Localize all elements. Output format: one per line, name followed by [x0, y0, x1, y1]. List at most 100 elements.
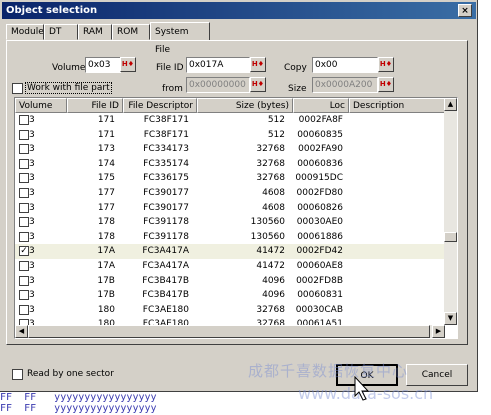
cell-size: 32768 [256, 158, 285, 169]
from-field[interactable]: 0x00000000 [186, 77, 250, 93]
cell-descriptor: FC38F171 [143, 129, 189, 140]
list-header: Volume File ID File Descriptor Size (byt… [15, 98, 445, 113]
scroll-left-button[interactable]: ◀ [15, 325, 28, 338]
close-icon: × [461, 6, 469, 16]
scroll-up-button[interactable]: ▲ [444, 98, 457, 111]
column-header-file-descriptor[interactable]: File Descriptor [123, 98, 197, 113]
background-hex-line-2: FF FF yyyyyyyyyyyyyyyyy [0, 403, 157, 414]
horizontal-scrollbar[interactable]: ◀ ▶ [15, 325, 445, 338]
cell-size: 41472 [256, 246, 285, 257]
tab-module[interactable]: Module [6, 24, 44, 40]
row-checkbox[interactable] [19, 115, 29, 125]
cell-descriptor: FC3AE180 [142, 304, 189, 315]
work-with-file-part-label[interactable]: Work with file part [25, 82, 112, 94]
cell-size: 32768 [256, 173, 285, 184]
hex-icon: H♦ [379, 80, 393, 88]
horizontal-scroll-thumb[interactable] [28, 325, 430, 338]
column-header-size[interactable]: Size (bytes) [197, 98, 293, 113]
row-checkbox[interactable]: ✓ [19, 246, 29, 257]
table-row[interactable]: 3 173 FC334173 32768 0002FA90 [15, 142, 445, 157]
cell-size: 41472 [256, 260, 285, 271]
hex-icon: H♦ [251, 60, 265, 68]
row-checkbox[interactable] [19, 217, 29, 228]
tab-dt[interactable]: DT [44, 24, 78, 40]
table-row[interactable]: ✓ 3 17A FC3A417A 41472 0002FD42 [15, 244, 445, 259]
cell-volume: 3 [29, 158, 35, 169]
row-checkbox[interactable] [19, 173, 29, 184]
row-checkbox[interactable] [19, 275, 29, 286]
cell-loc: 0002FA8F [298, 115, 343, 125]
row-checkbox[interactable] [19, 144, 29, 155]
hex-icon: H♦ [121, 60, 135, 68]
cell-descriptor: FC335174 [143, 158, 189, 169]
column-header-file-id[interactable]: File ID [67, 98, 123, 113]
cell-volume: 3 [29, 290, 35, 301]
vertical-scroll-thumb[interactable] [444, 232, 457, 242]
copy-field[interactable]: 0x00 [312, 57, 378, 73]
table-row[interactable]: 3 174 FC335174 32768 00060836 [15, 157, 445, 172]
column-header-loc[interactable]: Loc [293, 98, 349, 113]
table-row[interactable]: 3 180 FC3AE180 32768 00030CAB [15, 303, 445, 318]
volume-hex-button[interactable]: H♦ [120, 57, 136, 72]
table-row[interactable]: 3 171 FC38F171 512 00060835 [15, 128, 445, 143]
row-checkbox[interactable] [19, 202, 29, 213]
column-header-volume[interactable]: Volume [15, 98, 67, 113]
close-button[interactable]: × [458, 4, 472, 17]
list-rows: 3 171 FC38F171 512 0002FA8F 3 171 FC38F171 512 00… [15, 113, 445, 332]
table-row[interactable]: 3 171 FC38F171 512 0002FA8F [15, 113, 445, 128]
read-by-one-sector-checkbox[interactable] [12, 369, 23, 380]
vertical-scrollbar[interactable]: ▲ ▼ [444, 98, 457, 325]
cell-loc: 0002FD8B [296, 275, 343, 286]
copy-hex-button[interactable]: H♦ [378, 57, 394, 72]
table-row[interactable]: 3 17B FC3B417B 4096 00060831 [15, 288, 445, 303]
cell-loc: 00030AE0 [296, 217, 343, 228]
table-row[interactable]: 3 177 FC390177 4608 00060826 [15, 201, 445, 216]
cell-size: 130560 [250, 217, 285, 228]
tab-ram[interactable]: RAM [78, 24, 112, 40]
cell-file-id: 17A [97, 260, 115, 271]
from-label: from [162, 84, 183, 94]
cell-file-id: 17A [97, 246, 115, 257]
object-selection-dialog: Object selection × Module DT RAM ROM Sys… [0, 0, 478, 392]
work-with-file-part-checkbox[interactable] [12, 83, 23, 94]
file-id-hex-button[interactable]: H♦ [250, 57, 266, 72]
cell-loc: 00060835 [297, 129, 343, 140]
file-id-field[interactable]: 0x017A [186, 57, 250, 73]
from-hex-button[interactable]: H♦ [250, 77, 266, 92]
table-row[interactable]: 3 17B FC3B417B 4096 0002FD8B [15, 274, 445, 289]
tab-rom[interactable]: ROM [112, 24, 150, 40]
row-checkbox[interactable] [19, 290, 29, 301]
arrow-left-icon: ◀ [18, 327, 25, 335]
size-field[interactable]: 0x0000A200 [312, 77, 378, 93]
arrow-down-icon: ▼ [447, 314, 454, 322]
row-checkbox[interactable] [19, 187, 29, 198]
cell-descriptor: FC334173 [143, 144, 189, 155]
size-hex-button[interactable]: H♦ [378, 77, 394, 92]
scroll-down-button[interactable]: ▼ [444, 312, 457, 325]
mouse-cursor-icon [354, 376, 370, 401]
row-checkbox[interactable] [19, 260, 29, 271]
scroll-right-button[interactable]: ▶ [432, 325, 445, 338]
table-row[interactable]: 3 17A FC3A417A 41472 00060AE8 [15, 259, 445, 274]
table-row[interactable]: 3 177 FC390177 4608 0002FD80 [15, 186, 445, 201]
row-checkbox[interactable] [19, 158, 29, 169]
cancel-button[interactable]: Cancel [406, 364, 468, 386]
row-checkbox[interactable] [19, 129, 29, 140]
row-checkbox[interactable] [19, 231, 29, 242]
cell-loc: 00060836 [297, 158, 343, 169]
table-row[interactable]: 3 178 FC391178 130560 00061886 [15, 230, 445, 245]
arrow-right-icon: ▶ [435, 327, 442, 335]
column-header-description[interactable]: Description [349, 98, 445, 113]
cell-size: 512 [267, 129, 285, 140]
system-file-list[interactable]: Volume File ID File Descriptor Size (byt… [14, 97, 458, 339]
cell-descriptor: FC3B417B [142, 275, 189, 286]
cell-volume: 3 [29, 275, 35, 286]
size-label: Size [288, 84, 307, 94]
volume-field[interactable]: 0x03 [85, 57, 121, 73]
cell-file-id: 174 [97, 158, 115, 169]
cell-volume: 3 [29, 144, 35, 155]
row-checkbox[interactable] [19, 304, 29, 315]
tab-system-file[interactable]: System File [150, 22, 210, 55]
table-row[interactable]: 3 178 FC391178 130560 00030AE0 [15, 215, 445, 230]
table-row[interactable]: 3 175 FC336175 32768 000915DC [15, 171, 445, 186]
